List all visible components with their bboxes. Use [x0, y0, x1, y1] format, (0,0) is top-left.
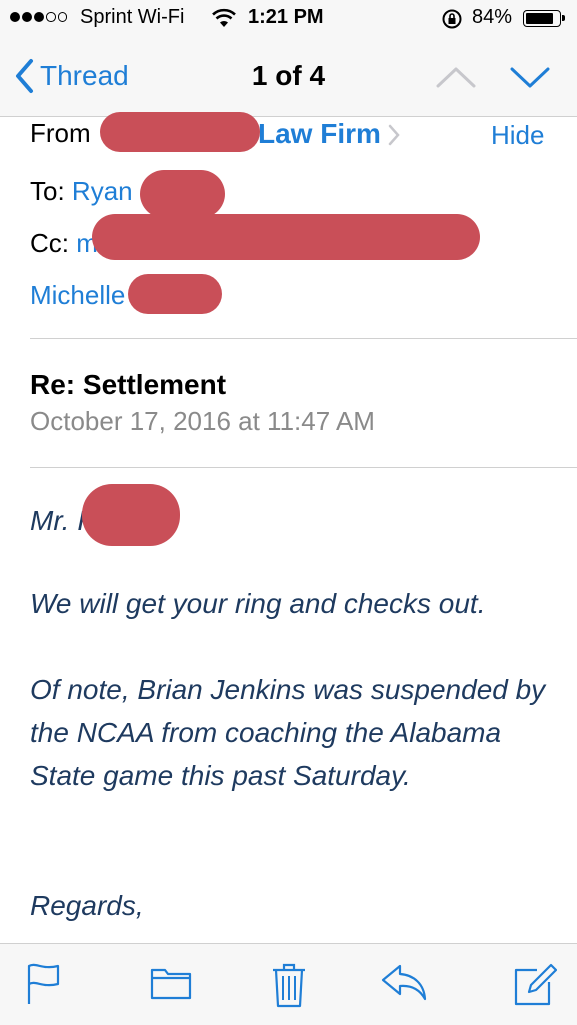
status-bar: Sprint Wi-Fi 1:21 PM 84% [0, 0, 577, 36]
carrier-name: Sprint Wi-Fi [80, 6, 185, 28]
hide-details-button[interactable]: Hide [491, 120, 544, 151]
email-subject: Re: Settlement [30, 369, 227, 400]
divider [30, 338, 577, 339]
move-folder-button[interactable] [150, 962, 192, 1007]
next-message-button[interactable] [510, 66, 550, 93]
chevron-down-icon [510, 67, 550, 88]
signal-strength-icon [10, 12, 67, 22]
to-recipient[interactable]: Ryan [72, 176, 133, 206]
cc-redaction [92, 214, 480, 260]
cc-second-redaction [128, 274, 222, 314]
bottom-toolbar [0, 943, 577, 1025]
chevron-right-icon [388, 124, 400, 151]
body-greeting: Mr. I [30, 505, 85, 536]
body-paragraph-1: We will get your ring and checks out. [30, 588, 486, 619]
cc-row: Cc: m [30, 228, 98, 259]
from-label: From [30, 118, 91, 148]
flag-icon [27, 963, 60, 1004]
battery-icon [523, 10, 565, 27]
wifi-icon [211, 8, 237, 33]
delete-button[interactable] [271, 962, 307, 1013]
back-button[interactable]: Thread [14, 58, 129, 94]
cc-recipient-2[interactable]: Michelle [30, 280, 125, 311]
to-redaction [140, 170, 225, 218]
reply-button[interactable] [380, 962, 428, 1007]
cc-label: Cc: [30, 228, 69, 258]
folder-icon [150, 968, 192, 1000]
body-paragraph-2: Of note, Brian Jenkins was suspended by … [30, 674, 546, 791]
email-date: October 17, 2016 at 11:47 AM [30, 406, 375, 436]
rotation-lock-icon [441, 8, 463, 35]
flag-button[interactable] [26, 962, 62, 1011]
navigation-bar: Thread 1 of 4 [0, 36, 577, 117]
back-button-label: Thread [40, 60, 129, 91]
compose-icon [514, 963, 558, 1006]
trash-icon [273, 963, 305, 1008]
clock: 1:21 PM [248, 6, 324, 28]
chevron-left-icon [16, 59, 33, 93]
sender-redaction [100, 112, 260, 152]
sender-name[interactable]: Law Firm [258, 118, 381, 150]
chevron-up-icon [436, 67, 476, 88]
reply-icon [381, 964, 427, 1001]
divider [30, 467, 577, 468]
previous-message-button[interactable] [436, 66, 476, 93]
to-row: To: Ryan [30, 176, 133, 207]
greeting-redaction [82, 484, 180, 546]
body-closing: Regards, [30, 890, 144, 921]
battery-percentage: 84% [472, 6, 513, 28]
to-label: To: [30, 176, 65, 206]
compose-button[interactable] [513, 962, 558, 1011]
